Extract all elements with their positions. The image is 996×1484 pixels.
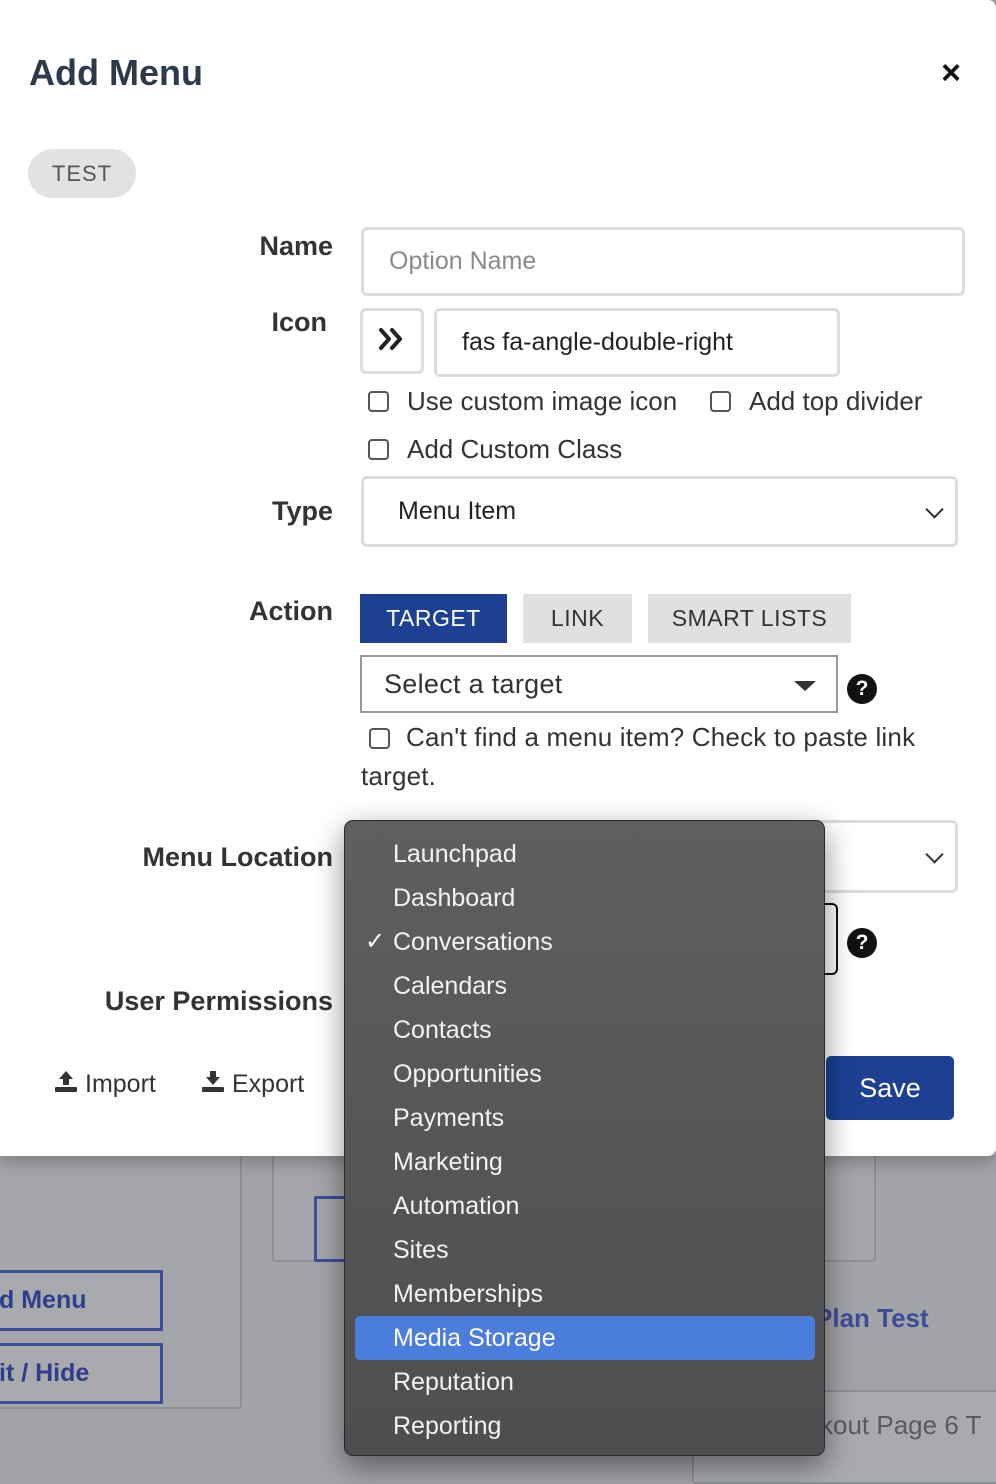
chevron-down-icon xyxy=(925,844,944,864)
type-label: Type xyxy=(271,496,333,526)
name-label: Name xyxy=(259,231,333,261)
option-name-input[interactable]: Option Name xyxy=(361,227,965,296)
dropdown-option-launchpad[interactable]: Launchpad xyxy=(355,832,815,876)
dropdown-option-reporting[interactable]: Reporting xyxy=(355,1404,815,1448)
dropdown-option-calendars[interactable]: Calendars xyxy=(355,964,815,1008)
caret-down-icon xyxy=(794,681,816,691)
custom-class-label: Add Custom Class xyxy=(407,434,623,464)
tag-pill[interactable]: TEST xyxy=(28,149,136,198)
icon-picker-button[interactable] xyxy=(360,308,424,374)
import-label: Import xyxy=(85,1070,156,1098)
dropdown-option-payments[interactable]: Payments xyxy=(355,1096,815,1140)
close-icon[interactable]: × xyxy=(934,56,968,90)
checkmark-icon: ✓ xyxy=(364,928,386,955)
menu-location-label: Menu Location xyxy=(142,842,334,872)
bg-edit-hide-button[interactable]: it / Hide xyxy=(0,1343,163,1404)
import-button[interactable]: Import xyxy=(53,1068,156,1101)
icon-label: Icon xyxy=(271,307,327,337)
dropdown-option-marketing[interactable]: Marketing xyxy=(355,1140,815,1184)
dropdown-option-conversations[interactable]: ✓ Conversations xyxy=(355,920,815,964)
dropdown-option-label: Conversations xyxy=(393,928,553,956)
custom-class-checkbox[interactable] xyxy=(368,439,389,460)
dropdown-option-contacts[interactable]: Contacts xyxy=(355,1008,815,1052)
target-select-placeholder: Select a target xyxy=(384,668,563,699)
bg-plan-test-label[interactable]: Plan Test xyxy=(815,1303,929,1334)
dropdown-option-reputation[interactable]: Reputation xyxy=(355,1360,815,1404)
action-label: Action xyxy=(249,596,333,626)
help-icon[interactable]: ? xyxy=(847,928,877,958)
bg-add-menu-button[interactable]: d Menu xyxy=(0,1270,163,1331)
top-divider-label: Add top divider xyxy=(749,386,923,416)
bg-checkout-page-label[interactable]: kout Page 6 T xyxy=(820,1410,981,1441)
upload-icon xyxy=(53,1068,79,1101)
save-button[interactable]: Save xyxy=(826,1056,954,1120)
help-icon[interactable]: ? xyxy=(847,674,877,704)
chevron-down-icon xyxy=(925,499,944,519)
icon-class-input[interactable]: fas fa-angle-double-right xyxy=(434,308,840,377)
dropdown-option-dashboard[interactable]: Dashboard xyxy=(355,876,815,920)
tab-target[interactable]: TARGET xyxy=(360,594,507,643)
custom-image-checkbox-row[interactable]: Use custom image icon xyxy=(368,386,677,417)
tab-link[interactable]: LINK xyxy=(523,594,632,643)
paste-link-label: Can't find a menu item? Check to paste l… xyxy=(361,722,916,791)
paste-link-checkbox-row[interactable]: Can't find a menu item? Check to paste l… xyxy=(361,718,951,796)
top-divider-checkbox[interactable] xyxy=(710,391,731,412)
angle-double-right-icon xyxy=(378,327,406,356)
dropdown-option-sites[interactable]: Sites xyxy=(355,1228,815,1272)
custom-image-label: Use custom image icon xyxy=(407,386,678,416)
export-label: Export xyxy=(232,1070,305,1098)
custom-class-checkbox-row[interactable]: Add Custom Class xyxy=(368,434,622,465)
user-permissions-label: User Permissions xyxy=(104,986,333,1016)
type-select[interactable]: Menu Item xyxy=(361,476,958,547)
dropdown-option-automation[interactable]: Automation xyxy=(355,1184,815,1228)
type-select-value: Menu Item xyxy=(398,497,517,525)
paste-link-checkbox[interactable] xyxy=(369,728,390,749)
tab-smart-lists[interactable]: SMART LISTS xyxy=(648,594,851,643)
top-divider-checkbox-row[interactable]: Add top divider xyxy=(710,386,922,417)
menu-location-dropdown[interactable]: Launchpad Dashboard ✓ Conversations Cale… xyxy=(344,820,825,1456)
export-button[interactable]: Export xyxy=(200,1068,304,1101)
dropdown-option-media-storage[interactable]: Media Storage xyxy=(355,1316,815,1360)
dropdown-option-opportunities[interactable]: Opportunities xyxy=(355,1052,815,1096)
modal-title: Add Menu xyxy=(29,52,203,93)
dropdown-option-memberships[interactable]: Memberships xyxy=(355,1272,815,1316)
download-icon xyxy=(200,1068,226,1101)
target-select[interactable]: Select a target xyxy=(360,655,838,713)
custom-image-checkbox[interactable] xyxy=(368,391,389,412)
